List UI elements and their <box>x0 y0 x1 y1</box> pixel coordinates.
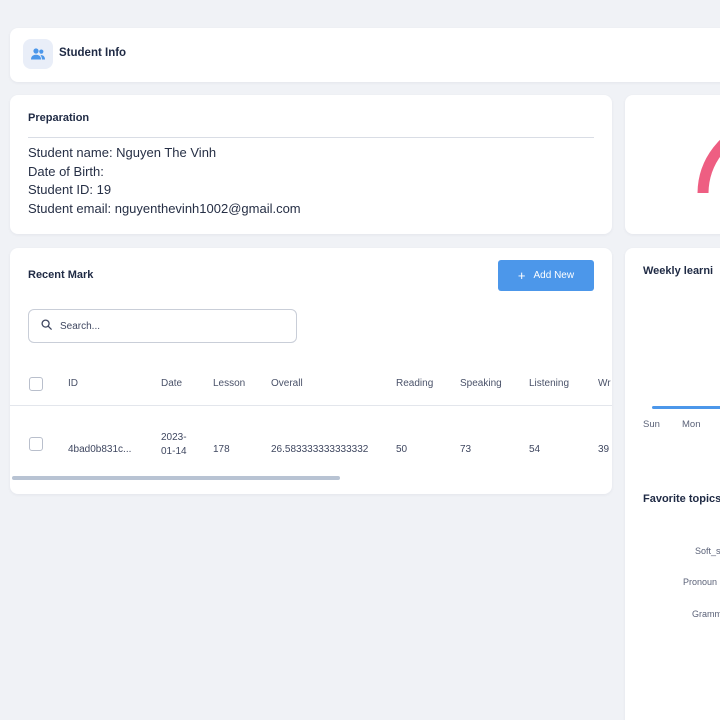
student-dob: Date of Birth: <box>28 163 104 179</box>
horizontal-scrollbar[interactable] <box>12 476 340 480</box>
cell-date-line2: 01-14 <box>161 446 187 457</box>
student-details: Student name: Nguyen The Vinh Date of Bi… <box>28 144 301 218</box>
plus-icon: + <box>517 268 526 283</box>
student-info-header: Student Info <box>10 28 720 82</box>
preparation-card: Preparation Student name: Nguyen The Vin… <box>10 95 612 234</box>
weekly-learning-card: Weekly learni Sun Mon Favorite topics So… <box>625 248 720 720</box>
cell-writing: 39 <box>598 444 610 455</box>
day-label-sun: Sun <box>643 419 660 430</box>
topic-label: Gramm <box>692 609 720 619</box>
student-email: Student email: nguyenthevinh1002@gmail.c… <box>28 200 301 216</box>
column-header-listening[interactable]: Listening <box>529 378 569 389</box>
topic-label: Pronoun <box>683 577 718 587</box>
cell-lesson: 178 <box>213 444 230 455</box>
weekly-learning-title: Weekly learni <box>643 265 714 277</box>
cell-overall: 26.583333333333332 <box>271 444 369 455</box>
student-id: Student ID: 19 <box>28 182 112 197</box>
add-new-button[interactable]: + Add New <box>498 260 594 291</box>
cell-date-line1: 2023- <box>161 432 187 443</box>
recent-mark-title: Recent Mark <box>28 269 94 281</box>
row-checkbox[interactable] <box>29 437 43 451</box>
cell-id: 4bad0b831c... <box>68 444 132 455</box>
topic-label: Soft_s <box>695 546 720 556</box>
column-header-reading[interactable]: Reading <box>396 378 433 389</box>
divider <box>28 137 594 138</box>
preparation-title: Preparation <box>28 112 90 124</box>
add-new-label: Add New <box>533 270 575 281</box>
header-divider <box>10 405 612 406</box>
cell-speaking: 73 <box>460 444 472 455</box>
cell-reading: 50 <box>396 444 408 455</box>
score-gauge-card <box>625 95 720 234</box>
cell-date: 2023- 01-14 <box>161 431 187 459</box>
column-header-lesson[interactable]: Lesson <box>213 378 245 389</box>
column-header-id[interactable]: ID <box>68 378 78 389</box>
select-all-checkbox[interactable] <box>29 377 43 391</box>
search-box[interactable] <box>28 309 297 343</box>
favorite-topics-title: Favorite topics <box>643 493 720 505</box>
student-name: Student name: Nguyen The Vinh <box>28 145 217 160</box>
column-header-overall[interactable]: Overall <box>271 378 303 389</box>
page-title: Student Info <box>59 47 127 59</box>
gauge-chart <box>697 139 720 194</box>
cell-listening: 54 <box>529 444 541 455</box>
recent-mark-card: Recent Mark + Add New ID Date Lesson Ove… <box>10 248 612 494</box>
users-icon <box>23 39 53 69</box>
column-header-speaking[interactable]: Speaking <box>460 378 502 389</box>
search-input[interactable] <box>60 320 260 332</box>
gauge-arc <box>697 139 720 194</box>
column-header-date[interactable]: Date <box>161 378 182 389</box>
column-header-writing[interactable]: Wr <box>598 378 611 389</box>
day-label-mon: Mon <box>682 419 701 430</box>
weekly-baseline <box>652 406 720 409</box>
search-icon <box>41 317 52 335</box>
